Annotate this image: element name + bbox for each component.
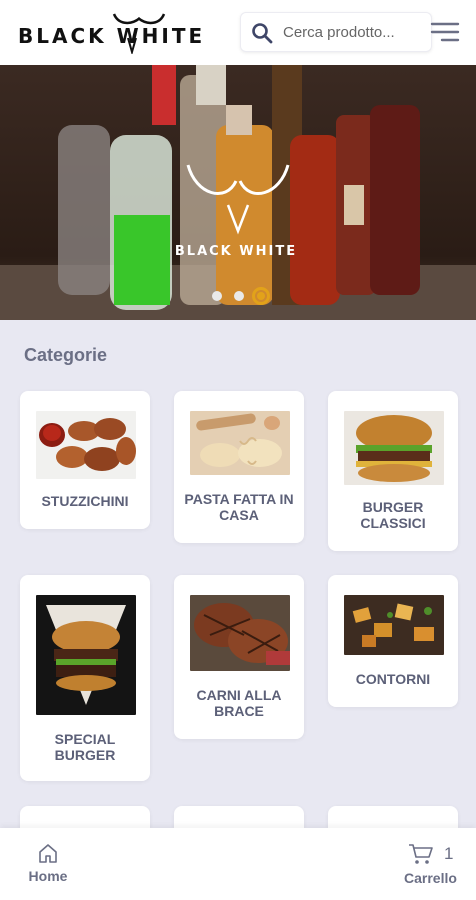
category-label: CARNI ALLA BRACE xyxy=(196,687,282,719)
nav-home-button[interactable]: Home xyxy=(22,842,74,890)
category-label: CONTORNI xyxy=(355,671,431,687)
nav-cart-label: Carrello xyxy=(404,870,457,886)
brand-logo[interactable]: BLACK WHITE xyxy=(18,8,232,54)
search-input[interactable] xyxy=(283,13,427,51)
app-header: BLACK WHITE xyxy=(0,0,476,65)
category-image xyxy=(190,595,290,671)
carousel-dots xyxy=(210,286,274,306)
logo-text: BLACK WHITE xyxy=(18,24,206,48)
carousel-dot-3-active[interactable] xyxy=(252,287,270,305)
nav-cart-button[interactable]: 1 Carrello xyxy=(398,842,464,890)
category-image xyxy=(36,411,136,479)
search-icon[interactable] xyxy=(251,22,273,44)
category-card-special-burger[interactable]: SPECIAL BURGER xyxy=(20,575,150,781)
category-image xyxy=(344,595,444,655)
home-icon xyxy=(39,844,57,863)
shopping-cart-icon xyxy=(409,844,433,864)
category-label: SPECIAL BURGER xyxy=(54,731,116,763)
category-image xyxy=(344,411,444,485)
category-card-pasta[interactable]: PASTA FATTA IN CASA xyxy=(174,391,304,543)
hero-carousel[interactable]: BLACK WHITE xyxy=(0,65,476,320)
category-label: STUZZICHINI xyxy=(41,493,129,509)
category-label: BURGER CLASSICI xyxy=(360,499,426,531)
carousel-dot-2[interactable] xyxy=(234,291,244,301)
category-card-carni[interactable]: CARNI ALLA BRACE xyxy=(174,575,304,739)
hero-image: BLACK WHITE xyxy=(0,65,476,320)
bottom-navigation: Home 1 Carrello xyxy=(0,828,476,900)
category-label: PASTA FATTA IN CASA xyxy=(184,491,294,523)
categories-title: Categorie xyxy=(24,345,108,365)
carousel-dot-1[interactable] xyxy=(212,291,222,301)
category-card-burger-classici[interactable]: BURGER CLASSICI xyxy=(328,391,458,551)
category-image xyxy=(190,411,290,475)
category-card-contorni[interactable]: CONTORNI xyxy=(328,575,458,707)
hero-watermark: BLACK WHITE xyxy=(175,244,297,259)
category-image xyxy=(36,595,136,715)
hamburger-menu-icon[interactable] xyxy=(430,20,460,44)
search-box[interactable] xyxy=(240,12,432,52)
cart-count-badge: 1 xyxy=(444,844,454,863)
nav-home-label: Home xyxy=(28,868,68,884)
category-card-stuzzichini[interactable]: STUZZICHINI xyxy=(20,391,150,529)
